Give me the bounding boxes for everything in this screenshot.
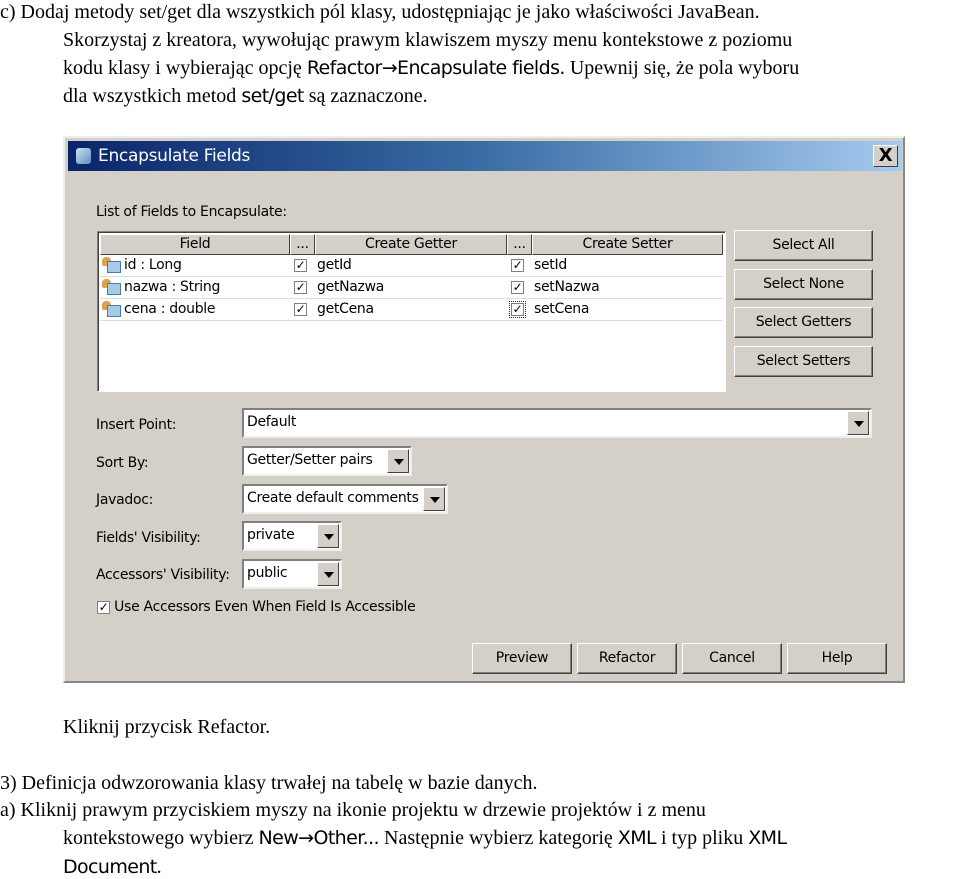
setter-cell[interactable]: setNazwa (532, 277, 723, 299)
preview-button[interactable]: Preview (472, 643, 572, 674)
help-button[interactable]: Help (787, 643, 887, 674)
refactor-button[interactable]: Refactor (577, 643, 677, 674)
private-field-icon (102, 257, 121, 273)
fields-table: Field ... Create Getter ... Create Sette… (97, 231, 726, 392)
select-getters-button[interactable]: Select Getters (734, 307, 873, 339)
column-header-field[interactable]: Field (100, 234, 290, 255)
table-row[interactable]: id : Long ✓ getId ✓ setId (100, 255, 723, 277)
text: są zaznaczone. (303, 85, 428, 107)
instruction-click-refactor: Kliknij przycisk Refactor. (63, 716, 271, 738)
getter-check-cell: ✓ (290, 277, 315, 299)
getter-checkbox[interactable]: ✓ (294, 259, 307, 272)
file-type-name: Document (63, 856, 157, 878)
step-a-line-1: a) Kliknij prawym przyciskiem myszy na i… (0, 799, 706, 821)
getter-cell[interactable]: getId (315, 255, 507, 277)
step-a-line-3: Document. (63, 855, 162, 879)
sort-by-label: Sort By: (96, 455, 149, 471)
insert-point-combo[interactable]: Default (242, 408, 872, 438)
text: Następnie wybierz kategorię (379, 827, 618, 849)
use-accessors-checkbox[interactable]: ✓ Use Accessors Even When Field Is Acces… (97, 599, 416, 615)
insert-point-label: Insert Point: (96, 417, 177, 433)
close-button[interactable]: X (873, 145, 898, 167)
javadoc-value: Create default comments (247, 490, 419, 506)
getter-checkbox[interactable]: ✓ (294, 303, 307, 316)
setter-check-cell: ✓ (507, 299, 532, 321)
intro-line-2: Skorzystaj z kreatora, wywołując prawym … (63, 29, 793, 51)
accessors-visibility-label: Accessors' Visibility: (96, 567, 230, 583)
intro-line-3: kodu klasy i wybierając opcję Refactor→E… (63, 56, 799, 80)
select-all-button[interactable]: Select All (734, 230, 873, 261)
setter-check-cell: ✓ (507, 255, 532, 277)
getter-check-cell: ✓ (290, 255, 315, 277)
intro-line-1: c) Dodaj metody set/get dla wszystkich p… (0, 1, 760, 23)
getter-cell[interactable]: getNazwa (315, 277, 507, 299)
use-accessors-label: Use Accessors Even When Field Is Accessi… (114, 599, 416, 615)
column-header-getter-check[interactable]: ... (290, 234, 315, 255)
fields-visibility-label: Fields' Visibility: (96, 530, 201, 546)
private-field-icon (102, 301, 121, 317)
insert-point-value: Default (247, 414, 297, 430)
sort-by-combo[interactable]: Getter/Setter pairs (242, 446, 412, 476)
getter-checkbox[interactable]: ✓ (294, 281, 307, 294)
encapsulate-fields-dialog: Encapsulate Fields X List of Fields to E… (63, 136, 905, 683)
chevron-down-icon[interactable] (317, 524, 339, 548)
fields-visibility-combo[interactable]: private (242, 521, 342, 551)
table-row[interactable]: nazwa : String ✓ getNazwa ✓ setNazwa (100, 277, 723, 299)
step-a-line-2: kontekstowego wybierz New→Other... Nastę… (63, 826, 787, 850)
column-header-setter-check[interactable]: ... (507, 234, 532, 255)
text: dla wszystkich metod (63, 85, 242, 107)
list-label: List of Fields to Encapsulate: (96, 204, 287, 220)
cancel-button[interactable]: Cancel (682, 643, 782, 674)
field-name: nazwa : String (124, 279, 221, 295)
section-3-heading: 3) Definicja odwzorowania klasy trwałej … (0, 772, 538, 794)
code-term: set/get (241, 85, 304, 107)
javadoc-combo[interactable]: Create default comments (242, 484, 448, 514)
text: i typ pliku (656, 827, 749, 849)
text: . (156, 856, 162, 878)
javadoc-label: Javadoc: (96, 492, 154, 508)
chevron-down-icon[interactable] (387, 449, 409, 473)
text: kodu klasy i wybierając opcję (63, 57, 307, 79)
dialog-title: Encapsulate Fields (98, 146, 251, 166)
dialog-title-bar: Encapsulate Fields X (68, 141, 902, 171)
setter-checkbox[interactable]: ✓ (511, 259, 524, 272)
menu-path: Refactor→Encapsulate fields. (306, 57, 566, 79)
netbeans-cube-icon (76, 148, 91, 164)
accessors-visibility-value: public (247, 565, 288, 581)
field-name: cena : double (124, 301, 216, 317)
setter-check-cell: ✓ (507, 277, 532, 299)
menu-path: New→Other... (258, 827, 380, 849)
accessors-visibility-combo[interactable]: public (242, 559, 342, 589)
field-cell: id : Long (100, 255, 290, 277)
getter-cell[interactable]: getCena (315, 299, 507, 321)
checkbox-checked-icon[interactable]: ✓ (97, 601, 110, 614)
select-setters-button[interactable]: Select Setters (734, 346, 873, 378)
sort-by-value: Getter/Setter pairs (247, 452, 373, 468)
table-row[interactable]: cena : double ✓ getCena ✓ setCena (100, 299, 723, 321)
setter-checkbox[interactable]: ✓ (511, 281, 524, 294)
column-header-create-setter[interactable]: Create Setter (532, 234, 723, 255)
category-name: XML (617, 827, 657, 849)
fields-visibility-value: private (247, 527, 295, 543)
setter-checkbox[interactable]: ✓ (509, 301, 526, 318)
field-cell: nazwa : String (100, 277, 290, 299)
file-type-name: XML (748, 827, 787, 849)
field-cell: cena : double (100, 299, 290, 321)
column-header-create-getter[interactable]: Create Getter (315, 234, 507, 255)
getter-check-cell: ✓ (290, 299, 315, 321)
chevron-down-icon[interactable] (847, 411, 869, 435)
setter-cell[interactable]: setId (532, 255, 723, 277)
private-field-icon (102, 279, 121, 295)
chevron-down-icon[interactable] (423, 487, 445, 511)
intro-line-4: dla wszystkich metod set/get są zaznaczo… (63, 84, 428, 108)
field-name: id : Long (124, 257, 182, 273)
select-none-button[interactable]: Select None (734, 268, 873, 300)
setter-cell[interactable]: setCena (532, 299, 723, 321)
text: Upewnij się, że pola wyboru (564, 57, 800, 79)
chevron-down-icon[interactable] (317, 562, 339, 586)
text: kontekstowego wybierz (63, 827, 259, 849)
